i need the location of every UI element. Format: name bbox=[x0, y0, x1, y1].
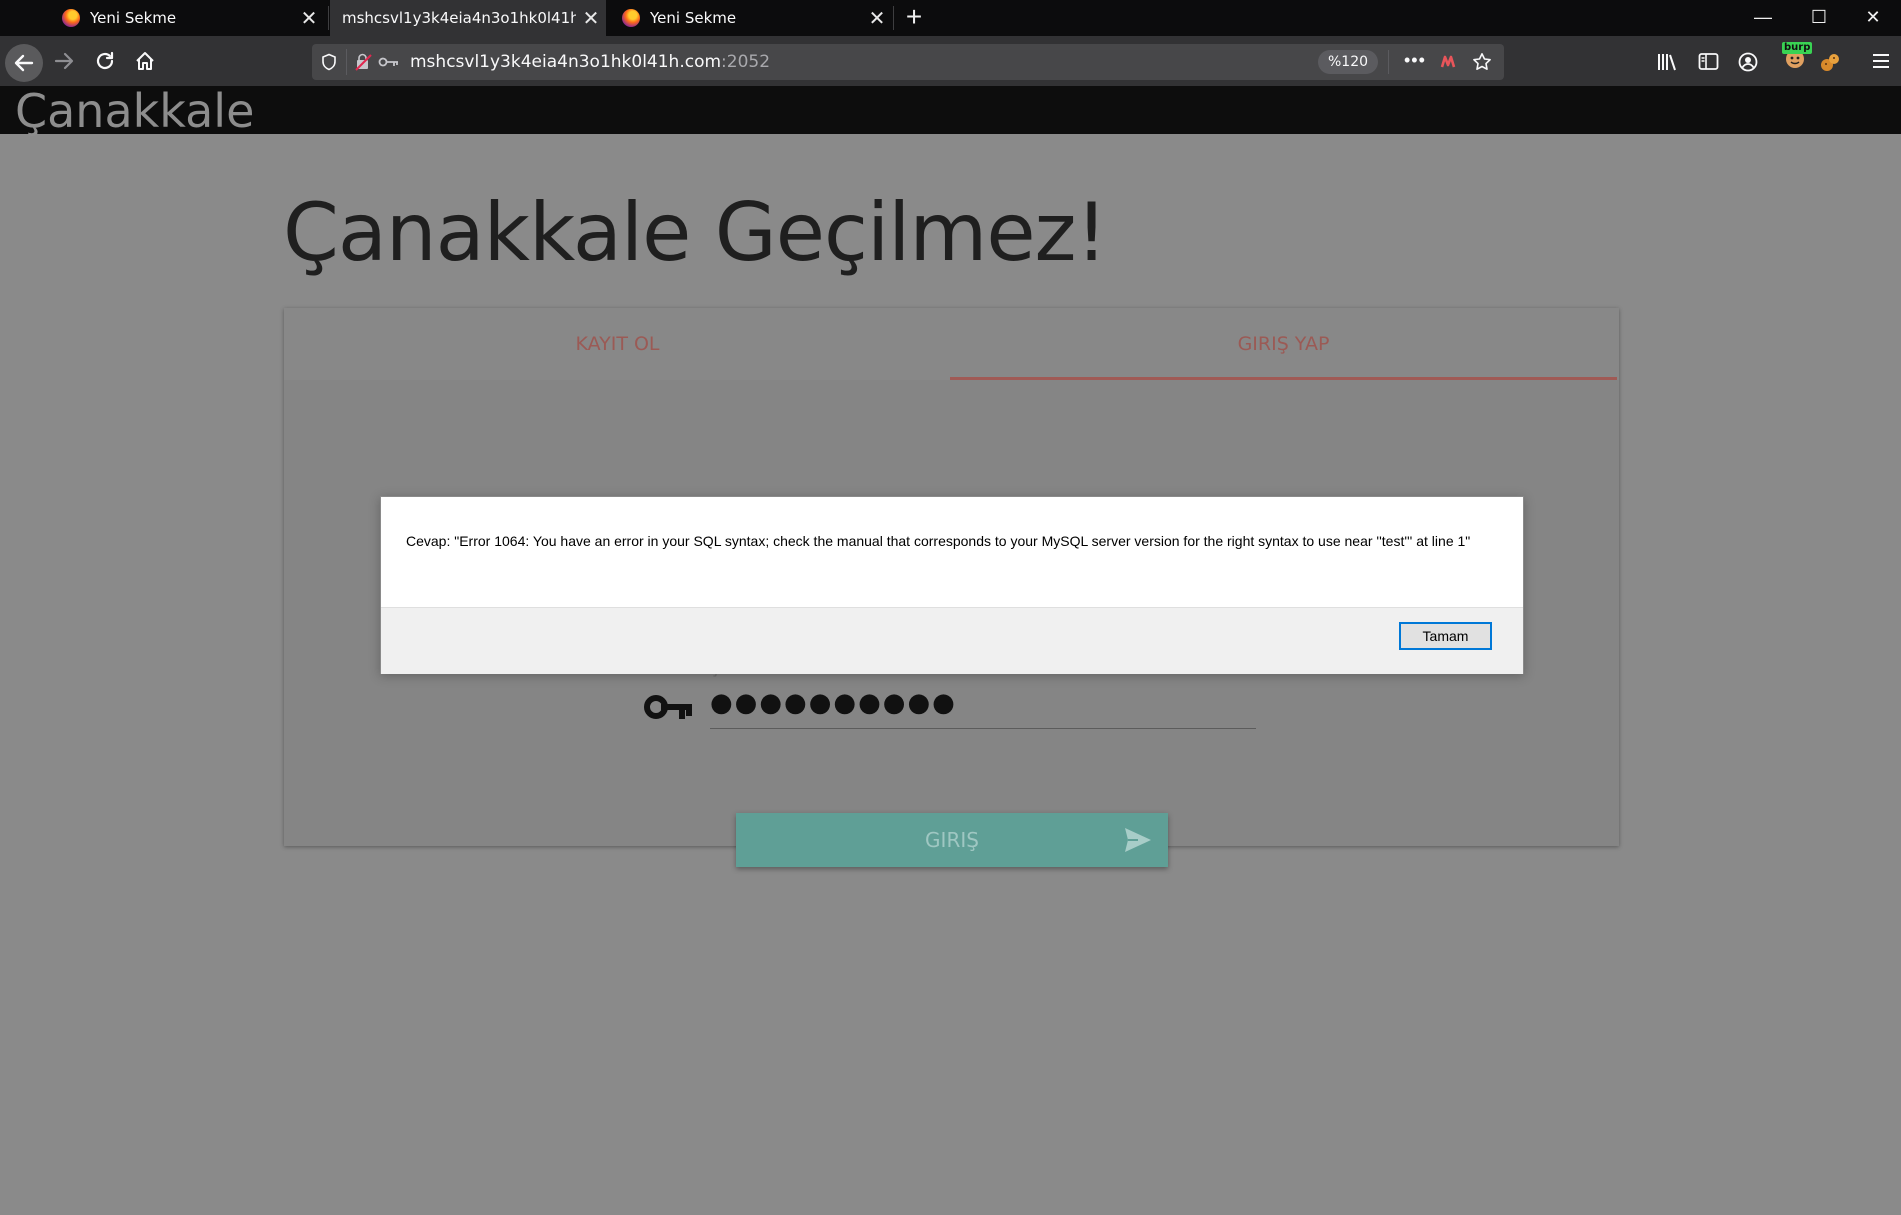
close-tab-icon[interactable]: ✕ bbox=[294, 6, 324, 30]
alert-dialog: Cevap: "Error 1064: You have an error in… bbox=[380, 496, 1524, 674]
send-icon bbox=[1125, 828, 1151, 852]
navigation-toolbar: mshcsvl1y3k4eia4n3o1hk0l41h.com:2052 %12… bbox=[0, 36, 1901, 86]
key-icon bbox=[644, 695, 692, 719]
site-header: Çanakkale bbox=[0, 84, 1901, 138]
reload-icon bbox=[96, 51, 114, 70]
tab-title: mshcsvl1y3k4eia4n3o1hk0l41h.com bbox=[342, 9, 576, 27]
url-port: :2052 bbox=[721, 52, 771, 72]
close-tab-icon[interactable]: ✕ bbox=[862, 6, 892, 30]
cookie-extension-icon[interactable] bbox=[1819, 51, 1841, 73]
url-host: mshcsvl1y3k4eia4n3o1hk0l41h.com bbox=[410, 52, 722, 72]
browser-tab[interactable]: Yeni Sekme ✕ bbox=[48, 0, 324, 36]
login-submit-button[interactable]: GIRIŞ bbox=[736, 813, 1168, 867]
zoom-level-badge[interactable]: %120 bbox=[1318, 50, 1379, 74]
key-permission-icon[interactable] bbox=[378, 55, 400, 69]
sidebar-icon[interactable] bbox=[1698, 52, 1720, 72]
auth-tabs: KAYIT OL GIRIŞ YAP bbox=[284, 308, 1619, 380]
hamburger-menu-icon[interactable] bbox=[1871, 52, 1891, 70]
burp-extension-button[interactable]: burp bbox=[1782, 42, 1813, 70]
tracking-shield-icon[interactable] bbox=[320, 53, 338, 71]
browser-tab[interactable]: Yeni Sekme ✕ bbox=[608, 0, 892, 36]
firefox-icon bbox=[62, 9, 80, 27]
tab-register[interactable]: KAYIT OL bbox=[284, 308, 951, 380]
back-button[interactable] bbox=[5, 44, 43, 82]
maximize-button[interactable]: ☐ bbox=[1791, 0, 1847, 36]
site-brand[interactable]: Çanakkale bbox=[15, 84, 254, 138]
forward-button[interactable] bbox=[48, 45, 80, 77]
reload-button[interactable] bbox=[89, 45, 121, 77]
back-arrow-icon bbox=[14, 54, 34, 72]
url-text: mshcsvl1y3k4eia4n3o1hk0l41h.com:2052 bbox=[410, 52, 770, 72]
tab-title: Yeni Sekme bbox=[650, 9, 737, 27]
tab-login[interactable]: GIRIŞ YAP bbox=[950, 308, 1617, 380]
forward-arrow-icon bbox=[54, 52, 74, 70]
url-divider bbox=[346, 49, 347, 75]
address-bar[interactable]: mshcsvl1y3k4eia4n3o1hk0l41h.com:2052 %12… bbox=[312, 44, 1504, 80]
alert-message: Cevap: "Error 1064: You have an error in… bbox=[406, 533, 1471, 549]
pocket-extension-icon[interactable] bbox=[1440, 54, 1458, 70]
minimize-button[interactable]: — bbox=[1735, 0, 1791, 36]
new-tab-button[interactable]: + bbox=[898, 2, 930, 34]
page-viewport: Çanakkale Çanakkale Geçilmez! KAYIT OL G… bbox=[0, 84, 1901, 1215]
tab-divider bbox=[893, 6, 894, 30]
submit-label: GIRIŞ bbox=[925, 828, 979, 852]
tab-title: Yeni Sekme bbox=[90, 9, 177, 27]
tab-divider bbox=[328, 6, 329, 30]
url-divider bbox=[1388, 50, 1389, 74]
firefox-icon bbox=[622, 9, 640, 27]
password-input[interactable]: ●●●●●●●●●● bbox=[710, 688, 957, 718]
library-icon[interactable] bbox=[1657, 52, 1679, 72]
insecure-lock-icon[interactable] bbox=[354, 53, 374, 71]
account-icon[interactable] bbox=[1738, 52, 1758, 72]
page-actions-icon[interactable]: ••• bbox=[1404, 50, 1426, 71]
ok-button[interactable]: Tamam bbox=[1399, 622, 1492, 650]
bookmark-star-icon[interactable] bbox=[1472, 52, 1492, 72]
alert-footer: Tamam bbox=[381, 607, 1523, 674]
burp-badge: burp bbox=[1782, 42, 1813, 54]
close-tab-icon[interactable]: ✕ bbox=[576, 6, 606, 30]
close-window-button[interactable]: ✕ bbox=[1845, 0, 1901, 36]
browser-tab-active[interactable]: mshcsvl1y3k4eia4n3o1hk0l41h.com ✕ bbox=[330, 0, 606, 36]
home-icon bbox=[136, 52, 154, 70]
home-button[interactable] bbox=[129, 45, 161, 77]
password-underline bbox=[710, 728, 1256, 729]
tab-strip: Yeni Sekme ✕ mshcsvl1y3k4eia4n3o1hk0l41h… bbox=[0, 0, 1901, 36]
page-title: Çanakkale Geçilmez! bbox=[283, 186, 1108, 279]
